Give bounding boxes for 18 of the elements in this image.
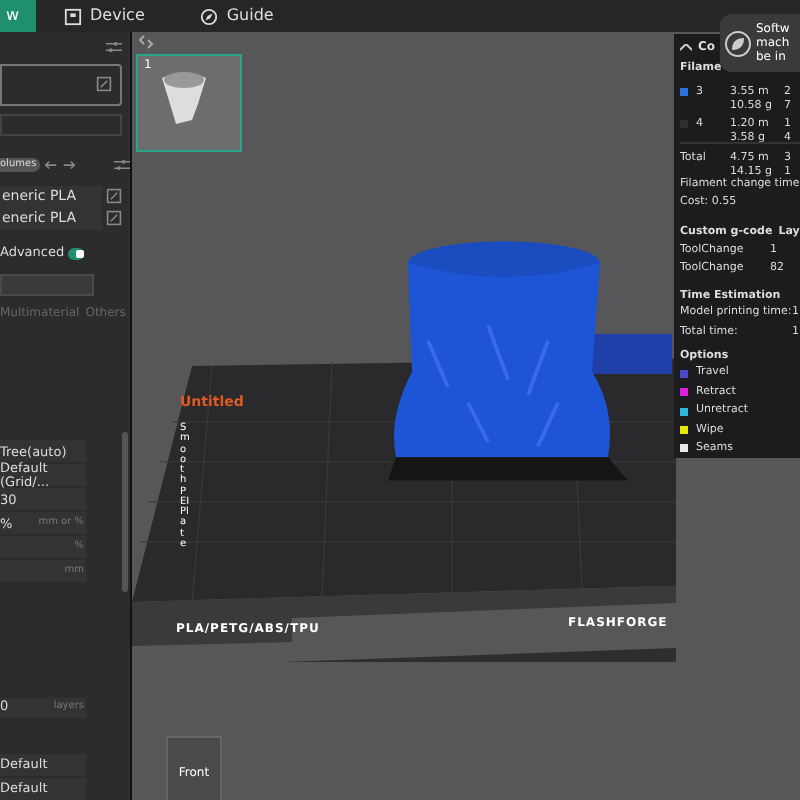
- edit-icon[interactable]: [96, 76, 112, 93]
- edit-icon[interactable]: [106, 210, 122, 227]
- search-field[interactable]: [0, 274, 94, 297]
- top-tab[interactable]: Device: [36, 0, 173, 32]
- scrollbar[interactable]: [122, 432, 128, 592]
- top-tab[interactable]: w: [0, 0, 36, 32]
- advanced-toggle[interactable]: [68, 247, 85, 260]
- printer-icon: [64, 7, 82, 25]
- sliders-icon[interactable]: [106, 40, 122, 55]
- preset-field[interactable]: [0, 113, 122, 137]
- top-tab[interactable]: Guide: [172, 0, 302, 32]
- preset-box[interactable]: [0, 63, 122, 106]
- edit-icon[interactable]: [106, 188, 122, 205]
- leaf-icon: [724, 29, 752, 57]
- collapse-icon[interactable]: [680, 43, 692, 52]
- compass-icon: [200, 7, 219, 25]
- model-thumbnail-icon: [158, 68, 210, 128]
- sliders-icon[interactable]: [114, 158, 130, 173]
